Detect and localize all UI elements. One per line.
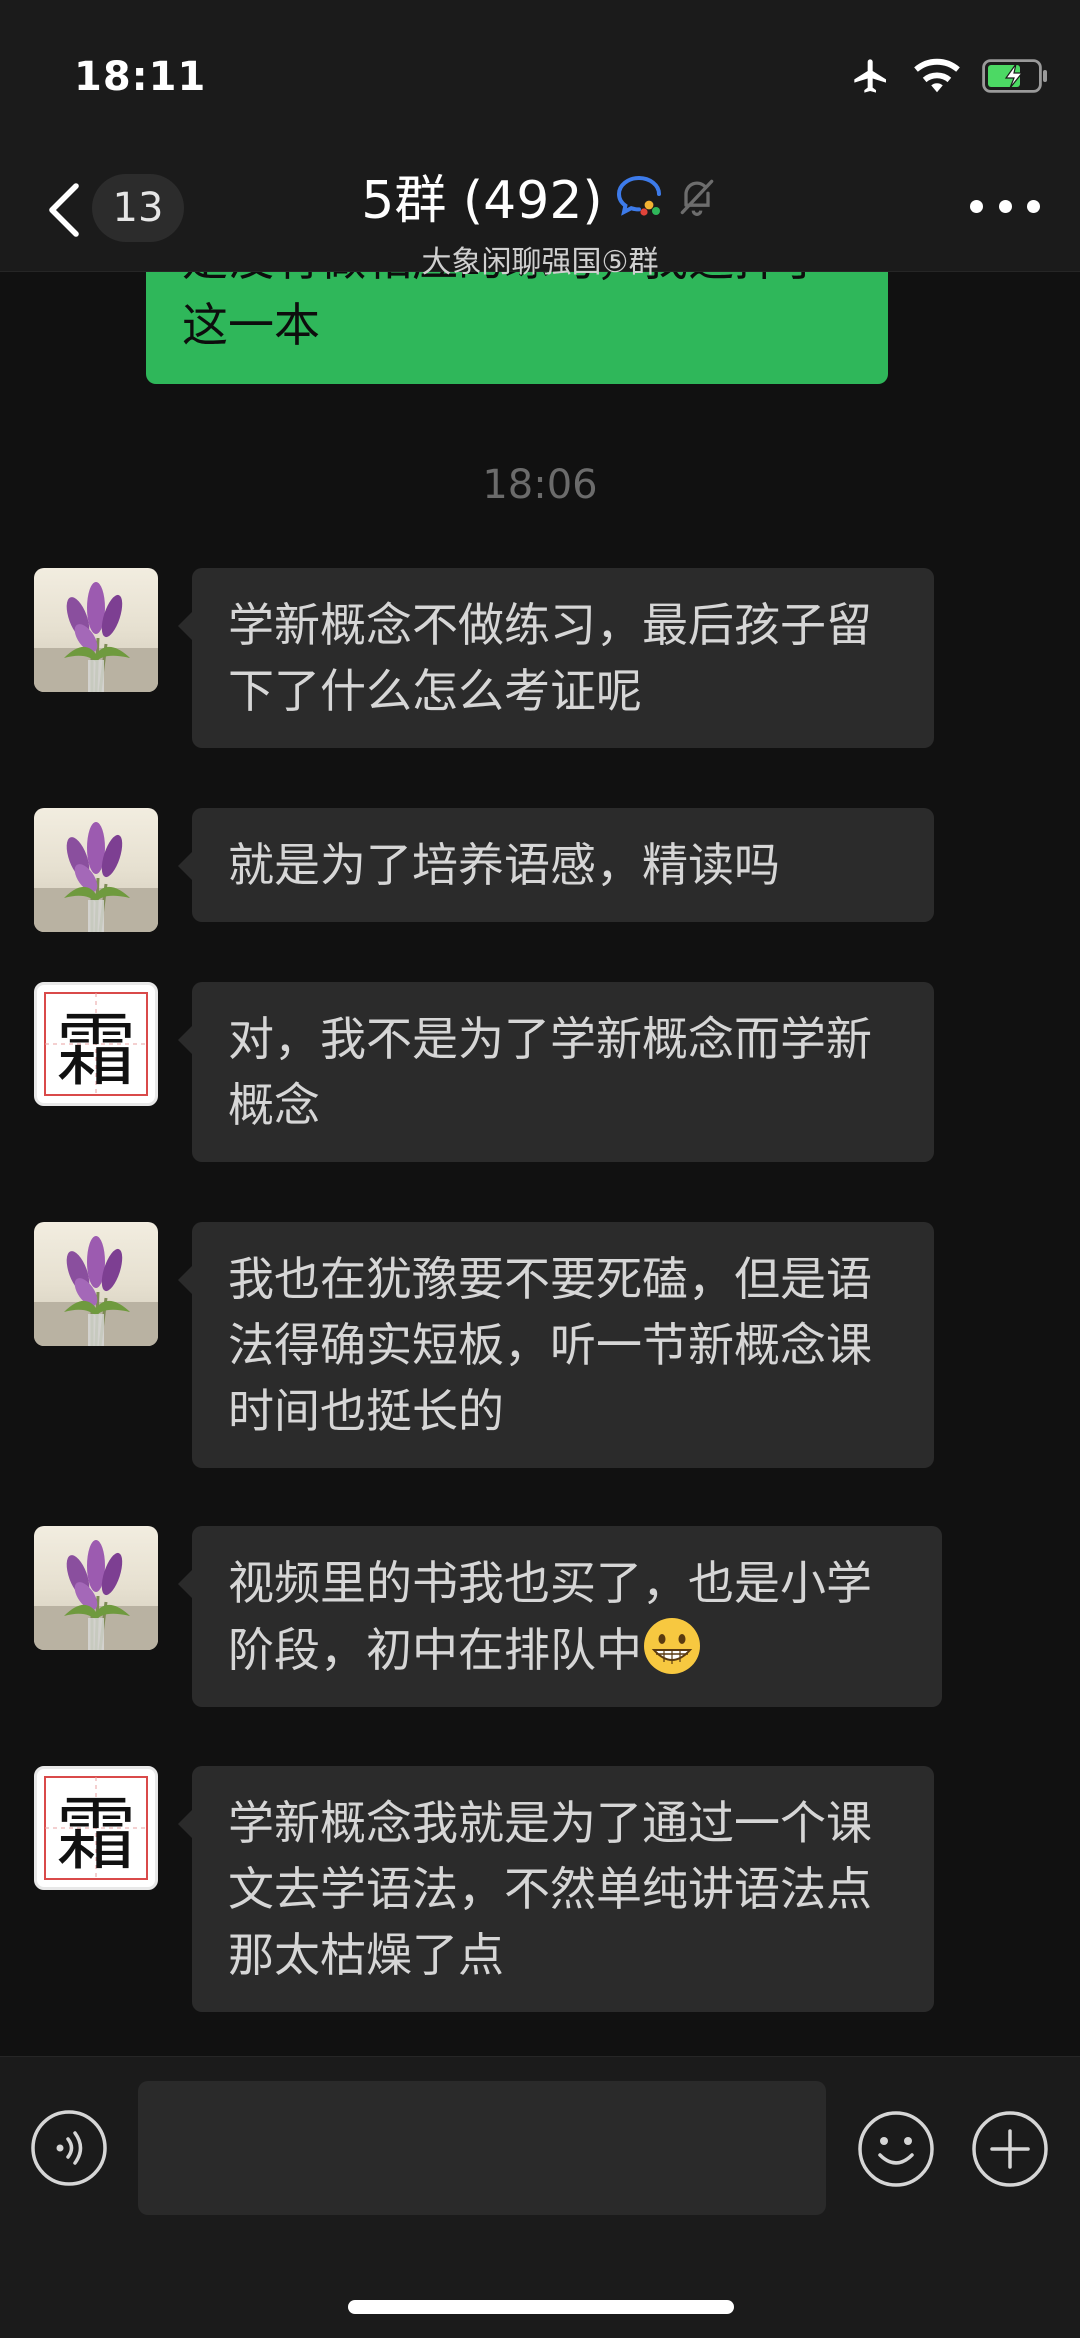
outgoing-message-bubble[interactable]: 是没有做相应的练习，我选择了这一本 [146,272,888,384]
incoming-message-bubble[interactable]: 就是为了培养语感，精读吗 [178,808,934,922]
grinning-face-icon [644,1618,700,1674]
message-list[interactable]: 是没有做相应的练习，我选择了这一本 18:06 学新概念不做练习，最后孩子留下了… [0,272,1080,2056]
chat-title: 5群 (492) [361,171,603,231]
status-time: 18:11 [74,54,207,100]
flower-vase-icon [34,1540,158,1650]
message-timestamp: 18:06 [482,462,598,508]
wifi-icon [914,58,960,93]
airplane-icon [854,59,886,93]
flower-vase-icon [34,822,158,932]
message-input[interactable] [138,2081,826,2215]
plus-button[interactable] [970,2109,1050,2189]
more-button[interactable] [970,192,1040,220]
avatar[interactable]: 霜 [34,1766,158,1890]
voice-button[interactable] [30,2109,108,2187]
avatar[interactable]: 霜 [34,982,158,1106]
incoming-message-bubble[interactable]: 我也在犹豫要不要死磕，但是语法得确实短板，听一节新概念课时间也挺长的 [178,1222,934,1468]
chat-bubble-icon [616,175,661,216]
chat-header: 13 5群 (492) 大象闲聊强国⑤群 [0,140,1080,280]
emoji-button[interactable] [856,2109,936,2189]
avatar[interactable] [34,808,158,932]
status-icons [850,56,1050,96]
plus-icon [972,2111,1048,2187]
more-icon-dot [1027,199,1040,213]
input-bar [0,2056,1080,2338]
battery-charging-icon [982,59,1047,93]
incoming-message-bubble[interactable]: 学新概念不做练习，最后孩子留下了什么怎么考证呢 [178,568,934,748]
status-bar: 18:11 [0,0,1080,140]
avatar-character: 霜 [56,1788,136,1881]
chat-title-block[interactable]: 5群 (492) 大象闲聊强国⑤群 [0,158,1080,281]
incoming-message-bubble[interactable]: 对，我不是为了学新概念而学新概念 [178,982,934,1162]
avatar[interactable] [34,1222,158,1346]
message-text: 视频里的书我也买了，也是小学阶段，初中在排队中 [228,1556,872,1677]
voice-icon [31,2110,107,2186]
mute-bell-icon [680,179,714,216]
emoji-icon [858,2111,934,2187]
avatar[interactable] [34,1526,158,1650]
incoming-message-bubble[interactable]: 视频里的书我也买了，也是小学阶段，初中在排队中 [178,1526,942,1707]
avatar[interactable] [34,568,158,692]
more-icon [970,199,983,213]
flower-vase-icon [34,1236,158,1346]
flower-vase-icon [34,582,158,692]
avatar-character: 霜 [56,1004,136,1097]
home-indicator[interactable] [348,2300,734,2314]
incoming-message-bubble[interactable]: 学新概念我就是为了通过一个课文去学语法，不然单纯讲语法点那太枯燥了点 [178,1766,934,2012]
more-icon-dot [998,199,1012,213]
chat-subtitle: 大象闲聊强国⑤群 [421,245,659,280]
